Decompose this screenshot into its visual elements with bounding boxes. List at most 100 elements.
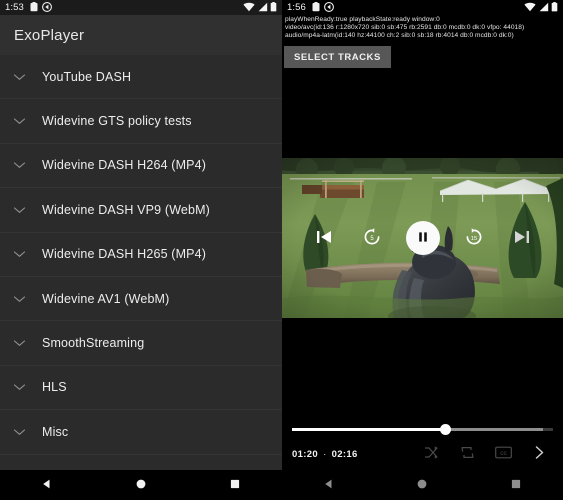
status-bar-notification-icons	[312, 1, 334, 14]
status-bar-clock: 1:56	[287, 1, 306, 13]
rewind-5-button[interactable]: 5	[358, 224, 386, 252]
left-android-navigation-bar	[0, 470, 282, 500]
wifi-icon	[524, 2, 536, 14]
chevron-down-icon	[11, 424, 27, 440]
play-pause-button[interactable]	[405, 221, 440, 255]
player-control-bar: 01:20 · 02:16 cc	[282, 415, 563, 470]
wifi-icon	[243, 2, 255, 14]
nav-back-button[interactable]	[307, 470, 351, 500]
chevron-down-icon	[11, 335, 27, 351]
transport-controls: 5 15	[282, 158, 563, 318]
forward-15-icon: 15	[463, 226, 485, 251]
recents-square-icon	[229, 478, 241, 493]
next-icon	[511, 226, 533, 251]
nav-home-button[interactable]	[119, 470, 163, 500]
status-bar-system-icons	[524, 1, 558, 14]
signal-icon	[258, 2, 268, 14]
seek-bar[interactable]	[292, 423, 553, 436]
time-display: 01:20 · 02:16	[292, 449, 358, 460]
chevron-down-icon	[11, 113, 27, 129]
chevron-down-icon	[11, 69, 27, 85]
list-item-label: SmoothStreaming	[42, 336, 145, 351]
right-status-bar: 1:56	[282, 0, 563, 15]
time-separator: ·	[323, 448, 327, 460]
status-bar-system-icons	[243, 1, 277, 14]
back-triangle-icon	[323, 478, 335, 493]
list-item-label: Widevine GTS policy tests	[42, 114, 192, 129]
list-item-label: YouTube DASH	[42, 69, 132, 84]
list-item-label: Widevine DASH H264 (MP4)	[42, 158, 207, 173]
select-tracks-button[interactable]: SELECT TRACKS	[284, 46, 391, 68]
player-debug-overlay: playWhenReady:true playbackState:ready w…	[285, 16, 561, 41]
position-label: 01:20	[292, 448, 319, 460]
home-circle-icon	[416, 478, 428, 493]
list-item[interactable]	[0, 454, 282, 470]
chevron-down-icon	[11, 202, 27, 218]
svg-text:cc: cc	[500, 450, 507, 457]
list-item[interactable]: Widevine GTS policy tests	[0, 99, 282, 144]
debug-line-video-format: video/avc(id:136 r:1280x720 sib:0 sb:475…	[285, 24, 525, 32]
chevron-down-icon	[11, 157, 27, 173]
app-title: ExoPlayer	[14, 26, 85, 44]
back-triangle-icon	[41, 478, 53, 493]
clipboard-icon	[30, 1, 38, 14]
list-item-label: Widevine DASH H265 (MP4)	[42, 247, 207, 262]
forward-15-button[interactable]: 15	[460, 224, 488, 252]
list-item-label: Misc	[42, 424, 69, 439]
list-item[interactable]: Widevine DASH H265 (MP4)	[0, 232, 282, 277]
app-bar: ExoPlayer	[0, 15, 282, 55]
rewind-5-icon: 5	[361, 226, 383, 251]
repeat-icon	[460, 445, 475, 463]
left-device-pane: 1:53 ExoPlayer YouTube DASH Widevine GTS…	[0, 0, 282, 500]
repeat-button[interactable]	[453, 442, 481, 466]
battery-icon	[551, 1, 558, 14]
subtitles-cc-icon: cc	[494, 446, 512, 462]
sample-group-list[interactable]: YouTube DASH Widevine GTS policy tests W…	[0, 55, 282, 470]
clipboard-icon	[312, 1, 320, 14]
chevron-down-icon	[11, 379, 27, 395]
chevron-down-icon	[11, 291, 27, 307]
pause-icon	[416, 230, 430, 247]
list-item-label: Widevine DASH VP9 (WebM)	[42, 202, 210, 217]
cast-icon	[323, 1, 334, 14]
home-circle-icon	[135, 478, 147, 493]
duration-label: 02:16	[331, 448, 358, 460]
debug-line-audio-format: audio/mp4a-latm(id:140 hz:44100 ch:2 sib…	[285, 32, 514, 40]
chevron-down-icon	[11, 246, 27, 262]
status-bar-clock: 1:53	[5, 1, 24, 13]
dual-pane-screenshot: 1:53 ExoPlayer YouTube DASH Widevine GTS…	[0, 0, 563, 500]
list-item[interactable]: Misc	[0, 410, 282, 455]
status-bar-notification-icons	[30, 1, 52, 14]
svg-text:5: 5	[370, 236, 374, 242]
list-item-label: HLS	[42, 380, 67, 395]
shuffle-button[interactable]	[417, 442, 445, 466]
more-button[interactable]	[525, 442, 553, 466]
nav-recents-button[interactable]	[494, 470, 538, 500]
cast-icon	[41, 1, 52, 14]
svg-text:15: 15	[470, 236, 476, 242]
subtitles-button[interactable]: cc	[489, 442, 517, 466]
nav-home-button[interactable]	[400, 470, 444, 500]
control-row: 01:20 · 02:16 cc	[282, 441, 563, 467]
seek-thumb[interactable]	[440, 424, 452, 436]
list-item-label: Widevine AV1 (WebM)	[42, 291, 170, 306]
recents-square-icon	[510, 478, 522, 493]
previous-button[interactable]	[310, 224, 338, 252]
nav-back-button[interactable]	[25, 470, 69, 500]
left-status-bar: 1:53	[0, 0, 282, 15]
list-item[interactable]: SmoothStreaming	[0, 321, 282, 366]
list-item[interactable]: Widevine DASH H264 (MP4)	[0, 143, 282, 189]
list-item[interactable]: YouTube DASH	[0, 55, 282, 100]
seek-played	[292, 428, 446, 431]
list-item[interactable]: Widevine DASH VP9 (WebM)	[0, 188, 282, 233]
next-button[interactable]	[508, 224, 536, 252]
right-android-navigation-bar	[282, 470, 563, 500]
list-item[interactable]: Widevine AV1 (WebM)	[0, 276, 282, 322]
more-chevron-right-icon	[533, 445, 546, 463]
nav-recents-button[interactable]	[213, 470, 257, 500]
shuffle-icon	[424, 445, 439, 463]
previous-icon	[313, 226, 335, 251]
right-device-pane: 1:56 playWhenReady:true playbackState:re…	[282, 0, 563, 500]
list-item[interactable]: HLS	[0, 365, 282, 411]
debug-line-player-state: playWhenReady:true playbackState:ready w…	[285, 16, 440, 23]
